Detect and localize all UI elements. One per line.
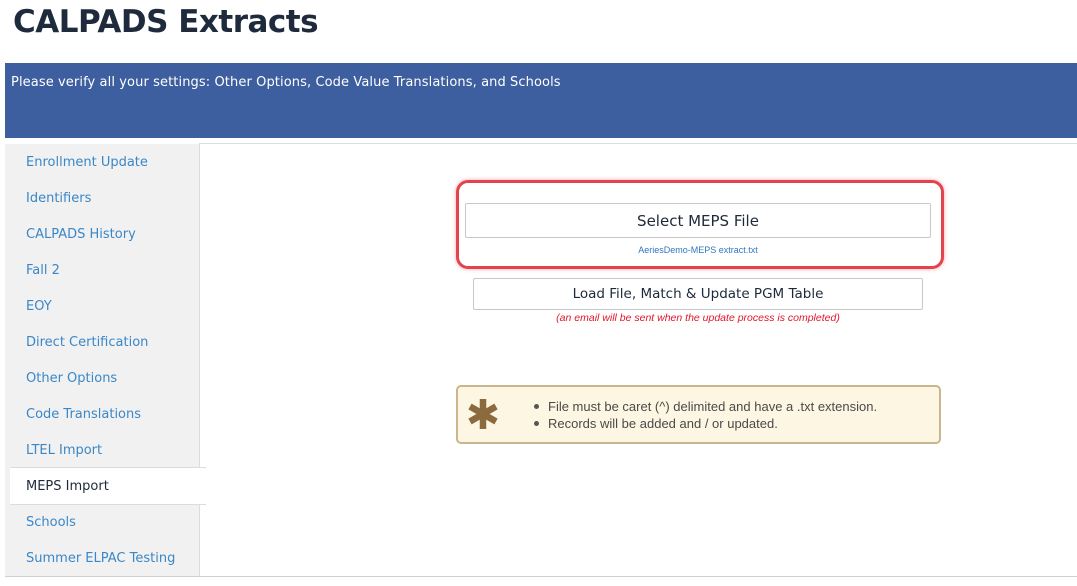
asterisk-icon bbox=[468, 399, 498, 429]
sidebar-item-enrollment-update[interactable]: Enrollment Update bbox=[5, 144, 199, 180]
banner-text: Please verify all your settings: Other O… bbox=[11, 75, 561, 90]
info-notice: File must be caret (^) delimited and hav… bbox=[456, 385, 941, 444]
page-title: CALPADS Extracts bbox=[13, 4, 319, 40]
divider bbox=[5, 576, 1077, 577]
sidebar-item-identifiers[interactable]: Identifiers bbox=[5, 180, 199, 216]
sidebar-item-direct-certification[interactable]: Direct Certification bbox=[5, 324, 199, 360]
sidebar-item-summer-elpac-testing[interactable]: Summer ELPAC Testing bbox=[5, 540, 199, 576]
load-match-update-button[interactable]: Load File, Match & Update PGM Table bbox=[473, 278, 923, 310]
sidebar-item-ltel-import[interactable]: LTEL Import bbox=[5, 432, 199, 468]
notice-item: File must be caret (^) delimited and hav… bbox=[534, 398, 877, 415]
selected-file-name: AeriesDemo-MEPS extract.txt bbox=[638, 245, 758, 255]
sidebar-item-fall-2[interactable]: Fall 2 bbox=[5, 252, 199, 288]
sidebar-item-other-options[interactable]: Other Options bbox=[5, 360, 199, 396]
notice-list: File must be caret (^) delimited and hav… bbox=[534, 398, 877, 432]
email-note: (an email will be sent when the update p… bbox=[556, 312, 840, 324]
sidebar-item-code-translations[interactable]: Code Translations bbox=[5, 396, 199, 432]
sidebar-item-meps-import[interactable]: MEPS Import bbox=[10, 467, 206, 505]
select-meps-file-button[interactable]: Select MEPS File bbox=[465, 203, 931, 238]
sidebar-item-schools[interactable]: Schools bbox=[5, 504, 199, 540]
sidebar-item-calpads-history[interactable]: CALPADS History bbox=[5, 216, 199, 252]
notice-item: Records will be added and / or updated. bbox=[534, 415, 877, 432]
settings-banner: Please verify all your settings: Other O… bbox=[5, 63, 1077, 138]
sidebar-item-eoy[interactable]: EOY bbox=[5, 288, 199, 324]
